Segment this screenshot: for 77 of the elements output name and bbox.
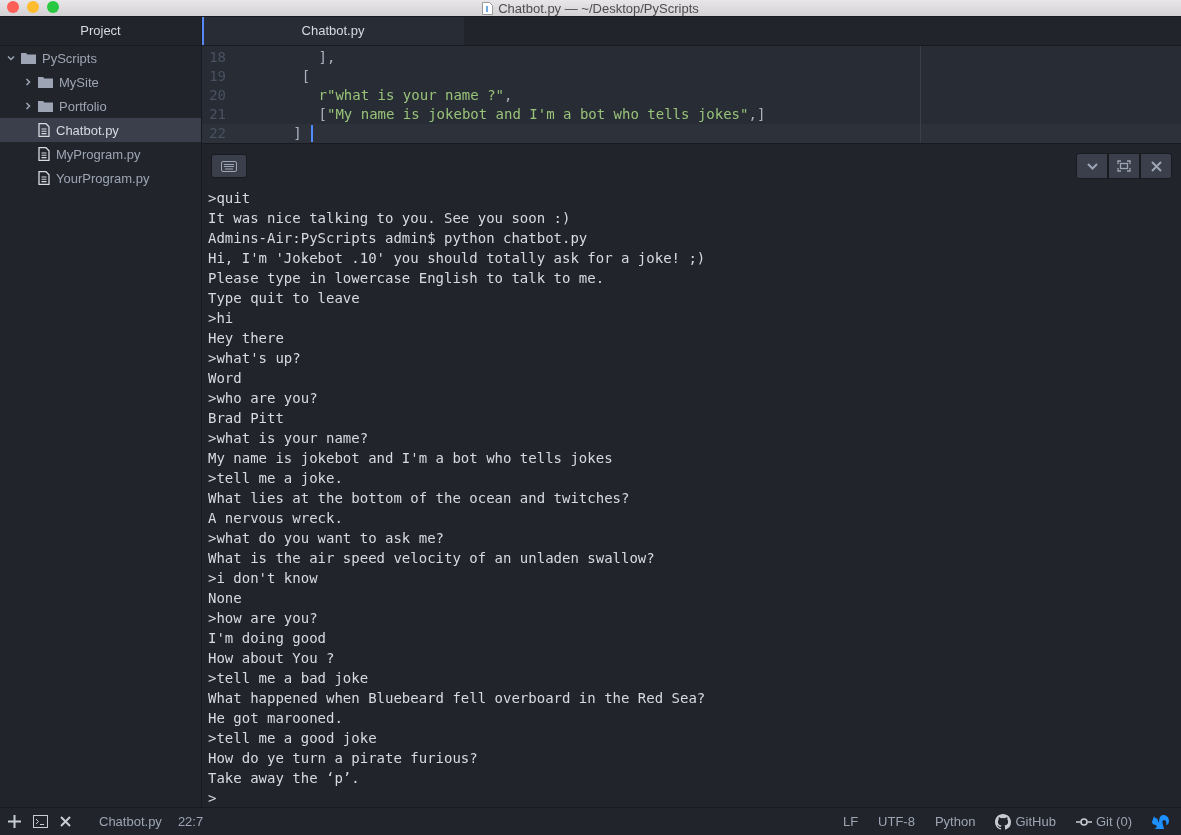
terminal-line: What lies at the bottom of the ocean and twitches? [208, 489, 631, 508]
squirrel-icon[interactable] [1152, 814, 1169, 829]
github-link[interactable]: GitHub [1015, 814, 1056, 829]
chevron-icon [1086, 162, 1098, 170]
document-icon [38, 147, 50, 161]
encoding[interactable]: UTF-8 [878, 814, 915, 829]
terminal-line: >what do you want to ask me? [208, 529, 445, 548]
terminal-line: >what is your name? [208, 429, 370, 448]
panel-title: Project [0, 17, 201, 46]
terminal-line: Hey there [208, 329, 285, 348]
terminal-line: >i don't know [208, 569, 319, 588]
terminal-line: How about You ? [208, 649, 336, 668]
terminal-line: My name is jokebot and I'm a bot who tells jokes [208, 449, 614, 468]
terminal-line: A nervous wreck. [208, 509, 344, 528]
maximize-button[interactable] [1108, 153, 1140, 179]
tree-item[interactable]: PyScripts [0, 46, 201, 70]
tree-item[interactable]: Portfolio [0, 94, 201, 118]
chevron-icon [7, 54, 15, 62]
terminal-line: Please type in lowercase English to talk to me. [208, 269, 606, 288]
code-line: [ [300, 67, 311, 86]
terminal-line: >what's up? [208, 349, 302, 368]
folder-icon [38, 76, 53, 88]
terminal-line: How do ye turn a pirate furious? [208, 749, 479, 768]
document-icon [38, 123, 50, 137]
line-ending[interactable]: LF [842, 814, 859, 829]
git-status[interactable]: Git (0) [1095, 814, 1132, 829]
chevron-icon [24, 78, 32, 86]
editor-tab[interactable]: Chatbot.py [202, 17, 464, 45]
terminal-line: >quit [208, 189, 252, 208]
file-name[interactable]: Chatbot.py [99, 814, 162, 829]
cursor-position[interactable]: 22:7 [177, 814, 204, 829]
terminal-line: >who are you? [208, 389, 319, 408]
terminal-line: Brad Pitt [208, 409, 285, 428]
terminal-icon[interactable] [33, 815, 48, 828]
close-icon[interactable] [60, 816, 71, 827]
window-title: Chatbot.py — ~/Desktop/PyScripts [498, 0, 699, 16]
code-line: ] [292, 124, 302, 143]
commit-icon [1075, 817, 1092, 826]
terminal-line: Word [208, 369, 243, 388]
keyboard-button[interactable] [211, 154, 247, 178]
terminal-line: >hi [208, 309, 235, 328]
terminal-line: > [208, 789, 218, 808]
folder-icon [38, 100, 53, 112]
code-line: r"what is your name ?", [317, 86, 513, 105]
terminal-line: What happened when Bluebeard fell overboard in the Red Sea? [208, 689, 707, 708]
text-cursor [310, 125, 313, 142]
code-line: ["My name is jokebot and I'm a bot who tells jokes",] [317, 105, 766, 124]
maximize-icon [1117, 160, 1131, 172]
terminal-line: None [208, 589, 243, 608]
terminal-line: >tell me a bad joke [208, 669, 370, 688]
collapse-button[interactable] [1076, 153, 1108, 179]
terminal-line: Type quit to leave [208, 289, 361, 308]
terminal-line: What is the air speed velocity of an unladen swallow? [208, 549, 656, 568]
tree-item[interactable]: MyProgram.py [0, 142, 201, 166]
terminal-line: >tell me a good joke [208, 729, 378, 748]
grammar[interactable]: Python [934, 814, 976, 829]
terminal-line: Admins-Air:PyScripts admin$ python chatbot.py [208, 229, 589, 248]
add-icon[interactable] [8, 815, 21, 828]
code-line: ], [317, 48, 336, 67]
document-icon [482, 1, 494, 15]
close-button[interactable] [1140, 153, 1172, 179]
terminal-line: >tell me a joke. [208, 469, 344, 488]
tree-item[interactable]: YourProgram.py [0, 166, 201, 190]
chevron-icon [24, 102, 32, 110]
terminal-line: Hi, I'm 'Jokebot .10' you should totally ask for a joke! ;) [208, 249, 707, 268]
terminal-line: Take away the ‘p’. [208, 769, 361, 788]
octocat-icon [995, 813, 1012, 830]
document-icon [38, 171, 50, 185]
terminal-line: I'm doing good [208, 629, 327, 648]
terminal-line: It was nice talking to you. See you soon :) [208, 209, 572, 228]
tree-item[interactable]: Chatbot.py [0, 118, 201, 142]
tree-item[interactable]: MySite [0, 70, 201, 94]
close-icon [1150, 160, 1162, 172]
terminal-line: >how are you? [208, 609, 319, 628]
keyboard-icon [221, 160, 237, 172]
terminal-line: He got marooned. [208, 709, 344, 728]
folder-icon [21, 52, 36, 64]
